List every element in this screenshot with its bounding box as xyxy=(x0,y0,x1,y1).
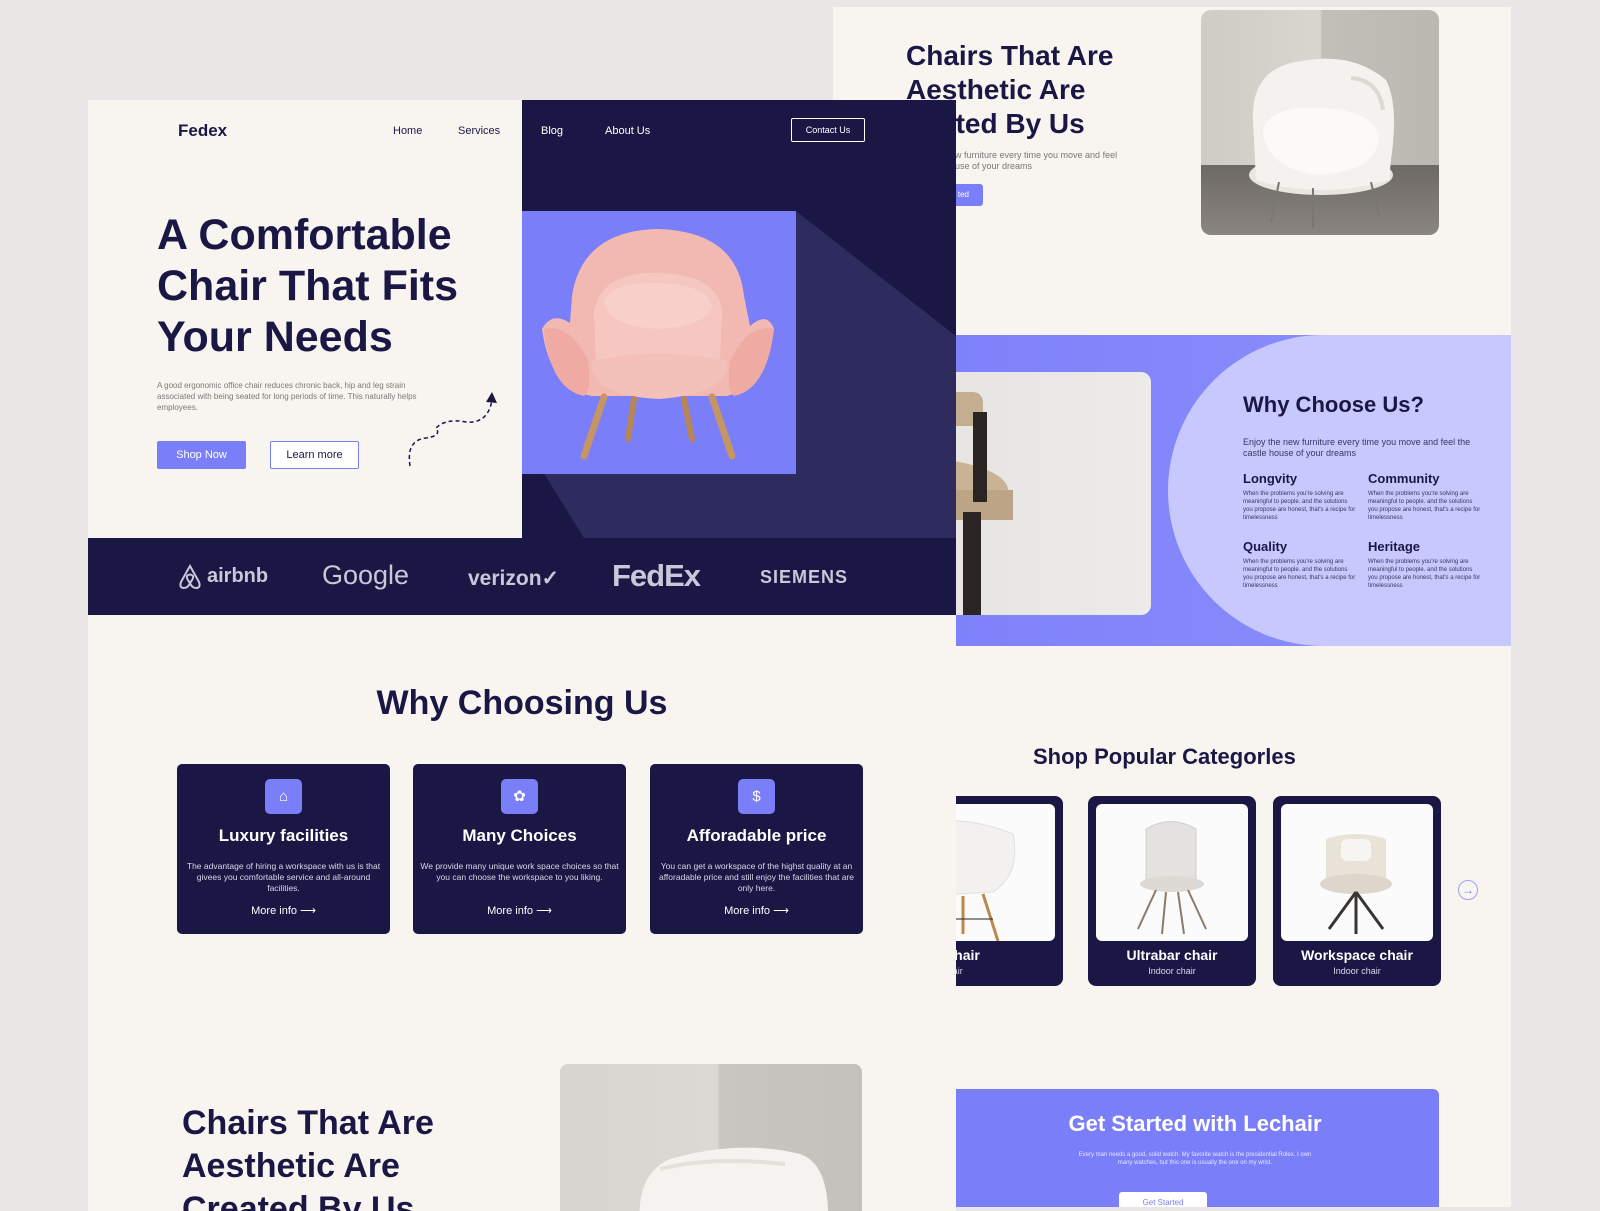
more-info-link[interactable]: More info ⟶ xyxy=(177,904,390,917)
feature-card-price: $ Afforadable price You can get a worksp… xyxy=(650,764,863,934)
fluffy-armchair-photo xyxy=(560,1064,862,1211)
feature-card-choices: ✿ Many Choices We provide many unique wo… xyxy=(413,764,626,934)
get-started-button[interactable]: Get Started xyxy=(1119,1192,1207,1207)
arrow-right-icon: ⟶ xyxy=(300,905,316,917)
pink-armchair-image xyxy=(522,211,796,474)
shop-now-button[interactable]: Shop Now xyxy=(157,441,246,469)
contact-us-button[interactable]: Contact Us xyxy=(791,118,865,142)
feature-quality: Quality When the problems you're solving … xyxy=(1243,539,1356,589)
category-name: Workspace chair xyxy=(1301,947,1413,963)
price-icon: $ xyxy=(738,779,775,814)
dashed-arrow-icon xyxy=(408,392,497,467)
arrow-right-icon: ⟶ xyxy=(536,905,552,917)
home-icon: ⌂ xyxy=(265,779,302,814)
category-card[interactable]: Ultrabar chair Indoor chair xyxy=(1088,796,1256,986)
feature-longevity: Longvity When the problems you're solving… xyxy=(1243,471,1356,521)
ultrabar-chair-image xyxy=(1096,804,1248,941)
hero-title: A Comfortable Chair That Fits Your Needs xyxy=(157,211,459,361)
feature-heritage: Heritage When the problems you're solving… xyxy=(1368,539,1481,589)
arrow-right-circle-icon[interactable]: → xyxy=(1458,880,1478,900)
arrow-right-icon: ⟶ xyxy=(773,905,789,917)
why-choosing-title: Why Choosing Us xyxy=(376,684,668,722)
feature-card-luxury: ⌂ Luxury facilities The advantage of hir… xyxy=(177,764,390,934)
card-description: We provide many unique work space choice… xyxy=(420,861,619,882)
category-name: Ultrabar chair xyxy=(1126,947,1218,963)
cta-title: Get Started with Lechair xyxy=(1068,1111,1322,1136)
airbnb-logo-icon xyxy=(179,563,201,590)
more-info-link[interactable]: More info ⟶ xyxy=(413,904,626,917)
more-info-link[interactable]: More info ⟶ xyxy=(650,904,863,917)
brand-partners-bar: airbnb Google verizon✓ FedEx SIEMENS xyxy=(88,538,956,615)
category-card[interactable]: Workspace chair Indoor chair xyxy=(1273,796,1441,986)
hero-description: A good ergonomic office chair reduces ch… xyxy=(157,381,417,412)
google-logo: Google xyxy=(322,560,410,590)
category-subtitle: Indoor chair xyxy=(1333,966,1381,976)
category-subtitle: Indoor chair xyxy=(1148,966,1196,976)
aesthetic-section-title: Chairs That Are Aesthetic Are Created By… xyxy=(182,1104,434,1211)
learn-more-button[interactable]: Learn more xyxy=(270,441,359,469)
card-description: You can get a workspace of the highst qu… xyxy=(659,861,854,893)
cta-description: Every man needs a good, solid watch. My … xyxy=(1078,1152,1312,1166)
verizon-logo: verizon✓ xyxy=(468,567,560,590)
siemens-logo: SIEMENS xyxy=(760,567,849,587)
nav-blog[interactable]: Blog xyxy=(541,125,563,137)
fedex-logo: FedEx xyxy=(612,558,701,593)
nav-about-us[interactable]: About Us xyxy=(605,125,650,137)
secondary-hero-description: w furniture every time you move and feel… xyxy=(955,150,1118,171)
workspace-chair-image xyxy=(1281,804,1433,941)
nav-services[interactable]: Services xyxy=(458,125,500,137)
cta-banner: Get Started with Lechair Every man needs… xyxy=(951,1089,1439,1207)
why-choose-description: Enjoy the new furniture every time you m… xyxy=(1243,437,1471,458)
categories-title: Shop Popular Categorles xyxy=(1033,744,1296,769)
card-title: Luxury facilities xyxy=(218,826,349,845)
fluffy-armchair-photo xyxy=(1201,10,1439,235)
landing-page: Fedex Home Services Blog About Us Contac… xyxy=(88,100,956,1211)
card-title: Afforadable price xyxy=(686,826,827,845)
feature-community: Community When the problems you're solvin… xyxy=(1368,471,1481,521)
why-choose-title: Why Choose Us? xyxy=(1243,392,1424,417)
brand-logo[interactable]: Fedex xyxy=(178,121,227,141)
flower-icon: ✿ xyxy=(501,779,538,814)
airbnb-logo: airbnb xyxy=(207,565,269,587)
nav-home[interactable]: Home xyxy=(393,125,422,137)
card-description: The advantage of hiring a workspace with… xyxy=(186,861,381,893)
card-title: Many Choices xyxy=(462,826,577,845)
